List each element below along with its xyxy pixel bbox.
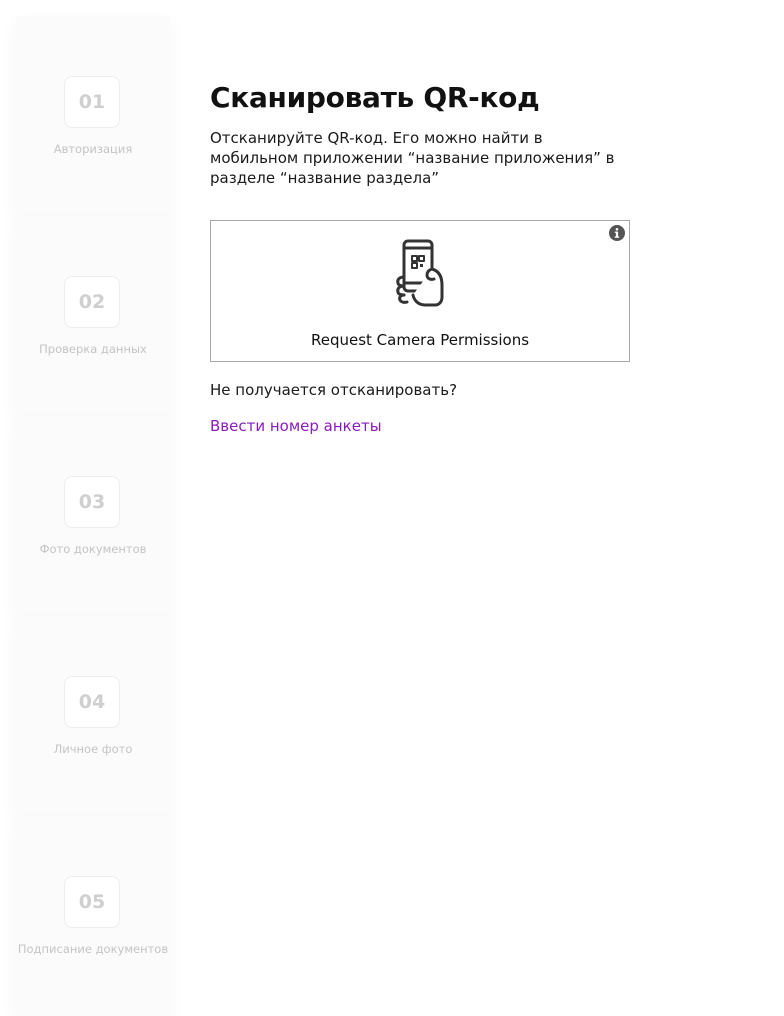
- step-label: Авторизация: [53, 142, 133, 156]
- step-label: Подписание документов: [17, 942, 169, 956]
- scan-help-text: Не получается отсканировать?: [210, 381, 458, 399]
- main-content: Сканировать QR-код Отсканируйте QR-код. …: [210, 78, 640, 436]
- camera-permissions-button[interactable]: Request Camera Permissions: [211, 331, 629, 349]
- page: 01 Авторизация 02 Проверка данных 03 Фот…: [0, 0, 784, 1016]
- page-description: Отсканируйте QR-код. Его можно найти в м…: [210, 129, 615, 187]
- step-number: 04: [64, 676, 120, 728]
- step-label: Проверка данных: [39, 342, 147, 356]
- step-number: 05: [64, 876, 120, 928]
- step-label: Фото документов: [39, 542, 147, 556]
- step-2: 02 Проверка данных: [16, 216, 170, 416]
- phone-qr-scan-icon: [393, 239, 447, 307]
- info-icon[interactable]: [609, 225, 625, 241]
- qr-scanner-area[interactable]: Request Camera Permissions: [210, 220, 630, 362]
- step-4: 04 Личное фото: [16, 616, 170, 816]
- step-1: 01 Авторизация: [16, 16, 170, 216]
- steps-sidebar: 01 Авторизация 02 Проверка данных 03 Фот…: [16, 16, 170, 1016]
- step-number: 03: [64, 476, 120, 528]
- step-label: Личное фото: [53, 742, 133, 756]
- page-title: Сканировать QR-код: [210, 81, 540, 114]
- step-3: 03 Фото документов: [16, 416, 170, 616]
- manual-entry-link[interactable]: Ввести номер анкеты: [210, 416, 382, 436]
- step-5: 05 Подписание документов: [16, 816, 170, 1016]
- step-number: 02: [64, 276, 120, 328]
- step-number: 01: [64, 76, 120, 128]
